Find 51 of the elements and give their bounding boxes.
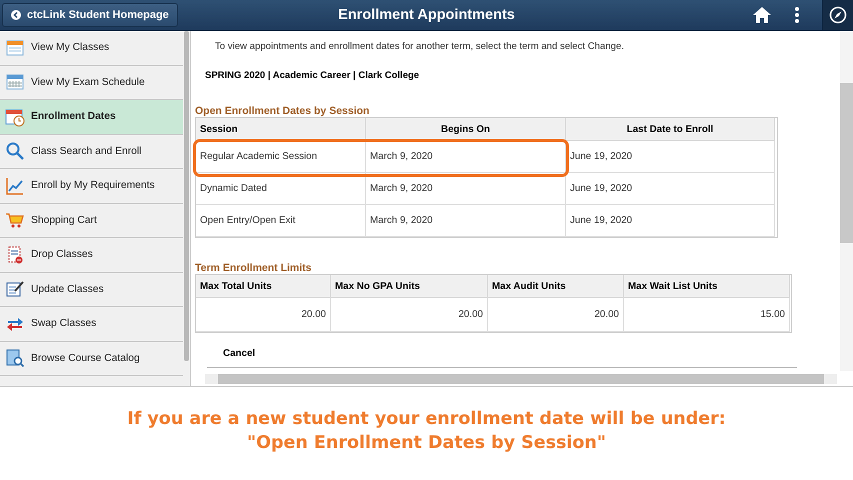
sidebar-item[interactable]: Drop Classes <box>0 238 183 272</box>
scrollbar[interactable] <box>840 31 853 371</box>
sidebar-item[interactable]: Class Search and Enroll <box>0 134 183 169</box>
sidebar-item[interactable]: Swap Classes <box>0 307 183 342</box>
column-header: Max Wait List Units <box>624 275 790 298</box>
instruction-text: To view appointments and enrollment dates for another term, select the term and select Change. <box>215 41 626 52</box>
table-cell: June 19, 2020 <box>566 141 775 173</box>
column-header: Max No GPA Units <box>331 275 488 298</box>
term-label: SPRING 2020 | Academic Career | Clark College <box>205 70 420 81</box>
chevron-left-icon <box>11 10 21 20</box>
section-title: Term Enrollment Limits <box>195 262 312 274</box>
sidebar-item[interactable]: Browse Course Catalog <box>0 342 183 376</box>
table-cell: June 19, 2020 <box>566 173 775 205</box>
back-button[interactable]: ctcLink Student Homepage <box>2 3 178 27</box>
table-cell: 20.00 <box>488 298 624 332</box>
calendar-icon <box>5 72 25 92</box>
table-cell: March 9, 2020 <box>366 205 566 237</box>
sidebar-item[interactable]: Update Classes <box>0 272 183 307</box>
calendar-icon <box>5 38 25 58</box>
sidebar-item[interactable]: View My Classes <box>0 31 183 66</box>
table-cell: June 19, 2020 <box>566 205 775 237</box>
more-icon[interactable] <box>794 6 800 24</box>
table-cell: 20.00 <box>331 298 488 332</box>
table-cell: 20.00 <box>196 298 331 332</box>
column-header: Session <box>196 118 366 141</box>
table-cell: March 9, 2020 <box>366 173 566 205</box>
caption-text: "Open Enrollment Dates by Session" <box>246 432 606 452</box>
sidebar-item[interactable]: Enroll by My Requirements <box>0 169 183 204</box>
section-title: Open Enrollment Dates by Session <box>195 105 370 117</box>
sidebar-item[interactable]: Enrollment Dates <box>0 100 183 134</box>
scrollbar[interactable] <box>205 374 837 384</box>
column-header: Max Audit Units <box>488 275 624 298</box>
search-icon <box>5 141 25 162</box>
catalog-search-icon <box>5 348 25 368</box>
cancel-link[interactable]: Cancel <box>223 348 835 359</box>
table-cell: Regular Academic Session <box>196 141 366 173</box>
table-cell: Open Entry/Open Exit <box>196 205 366 237</box>
table-cell: 15.00 <box>624 298 790 332</box>
caption-text: If you are a new student your enrollment date will be under: <box>127 408 726 428</box>
edit-document-icon <box>5 279 25 300</box>
column-header: Last Date to Enroll <box>566 118 775 141</box>
column-header: Max Total Units <box>196 275 331 298</box>
home-icon[interactable] <box>752 6 772 24</box>
column-header: Begins On <box>366 118 566 141</box>
calendar-clock-icon <box>5 106 25 127</box>
page-title: Enrollment Appointments <box>337 7 516 23</box>
sidebar-item[interactable]: Shopping Cart <box>0 204 183 238</box>
line-chart-icon <box>5 176 25 196</box>
table-cell: March 9, 2020 <box>366 141 566 173</box>
compass-icon[interactable] <box>829 6 847 24</box>
table-cell: Dynamic Dated <box>196 173 366 205</box>
